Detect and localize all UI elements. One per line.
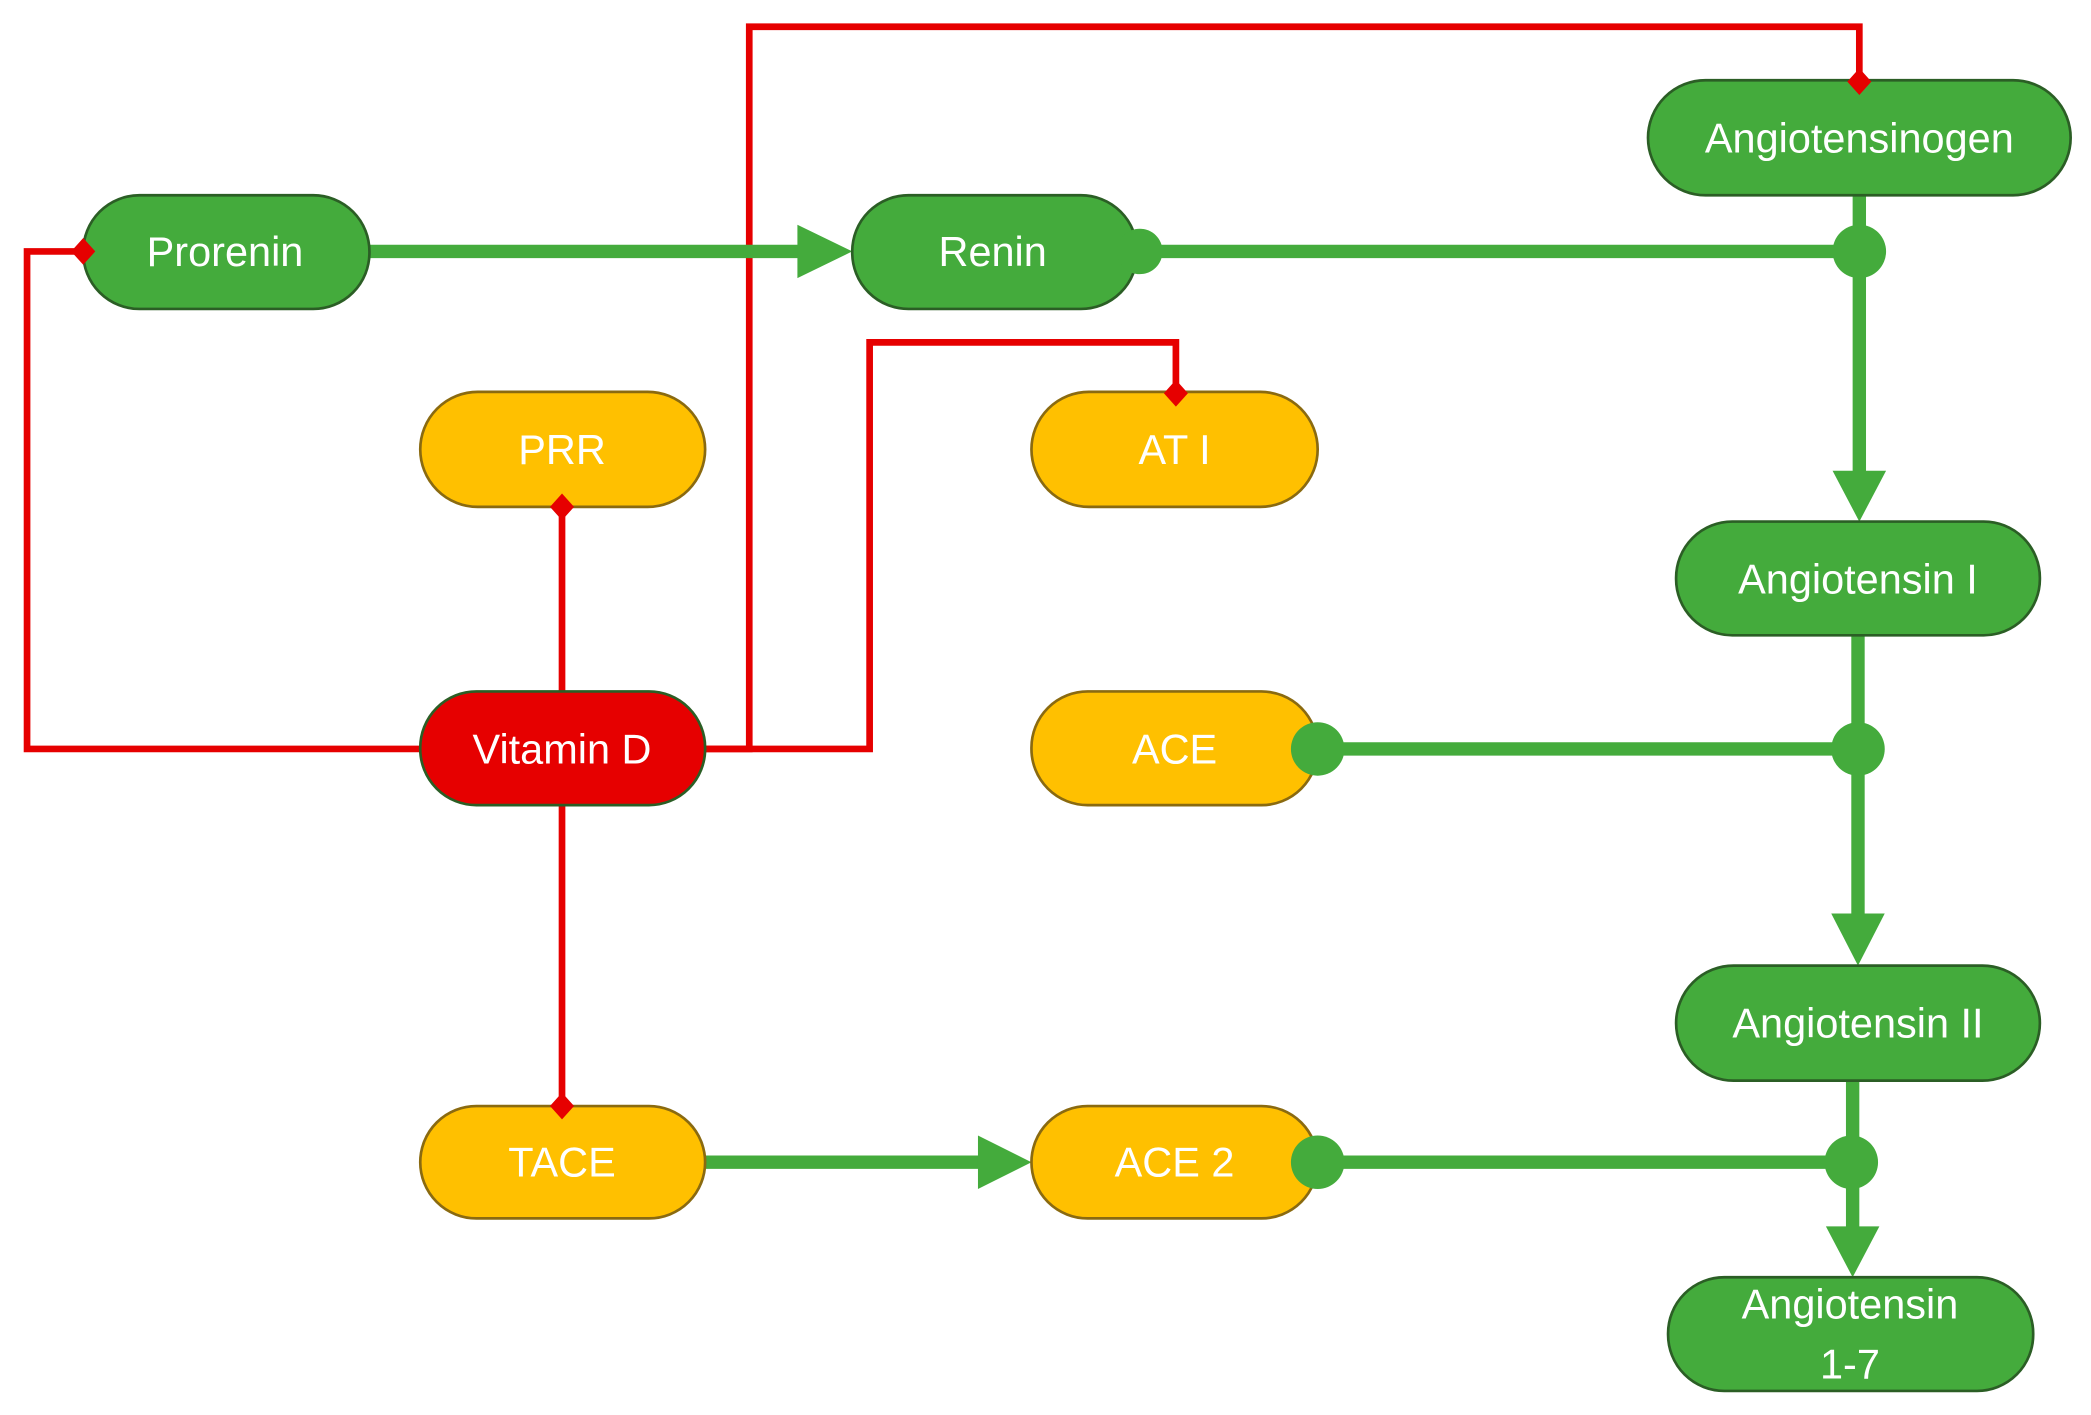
node-label: Angiotensin bbox=[1742, 1280, 1959, 1327]
node-at1[interactable]: AT I bbox=[1030, 390, 1320, 509]
arrowhead bbox=[797, 224, 853, 279]
catalysis-dot bbox=[1290, 1135, 1345, 1189]
node-renin[interactable]: Renin bbox=[850, 193, 1139, 311]
catalysis-dot bbox=[1831, 722, 1885, 776]
node-angiotensinogen[interactable]: Angiotensinogen bbox=[1646, 78, 2072, 197]
node-angiotensin-i[interactable]: Angiotensin I bbox=[1674, 520, 2042, 637]
node-tace[interactable]: TACE bbox=[418, 1104, 707, 1220]
node-angiotensin-1-7[interactable]: Angiotensin 1-7 bbox=[1666, 1275, 2035, 1393]
node-label: Angiotensin I bbox=[1738, 556, 1978, 603]
catalysis-dot bbox=[1824, 1135, 1879, 1189]
node-label: ACE bbox=[1132, 725, 1217, 772]
node-label: Angiotensinogen bbox=[1705, 114, 2014, 161]
catalysis-dot bbox=[1832, 224, 1887, 279]
arrowhead bbox=[1832, 470, 1887, 522]
node-angiotensin-ii[interactable]: Angiotensin II bbox=[1674, 964, 2042, 1082]
inhibition-edges bbox=[23, 23, 1863, 1107]
node-ace2[interactable]: ACE 2 bbox=[1030, 1104, 1320, 1220]
node-label: AT I bbox=[1138, 426, 1210, 473]
node-label: PRR bbox=[518, 426, 606, 473]
node-prr[interactable]: PRR bbox=[418, 390, 707, 509]
node-vitamin-d[interactable]: Vitamin D bbox=[418, 690, 707, 807]
node-label: Vitamin D bbox=[473, 725, 652, 772]
edge-vitd-prorenin bbox=[23, 248, 421, 753]
node-label: TACE bbox=[508, 1139, 615, 1186]
node-label: 1-7 bbox=[1820, 1341, 1880, 1388]
arrowhead bbox=[1831, 913, 1885, 966]
catalysis-dot bbox=[1117, 228, 1163, 275]
pathway-diagram: Angiotensinogen Prorenin Renin PRR AT I … bbox=[23, 23, 2072, 1393]
node-label: Renin bbox=[939, 228, 1047, 275]
node-label: Prorenin bbox=[147, 228, 304, 275]
node-label: ACE 2 bbox=[1115, 1139, 1235, 1186]
node-prorenin[interactable]: Prorenin bbox=[81, 193, 371, 311]
node-ace[interactable]: ACE bbox=[1030, 690, 1320, 807]
node-label: Angiotensin II bbox=[1732, 1000, 1983, 1047]
arrowhead bbox=[1825, 1226, 1880, 1278]
catalysis-dot bbox=[1290, 722, 1345, 776]
arrowhead bbox=[977, 1135, 1032, 1189]
